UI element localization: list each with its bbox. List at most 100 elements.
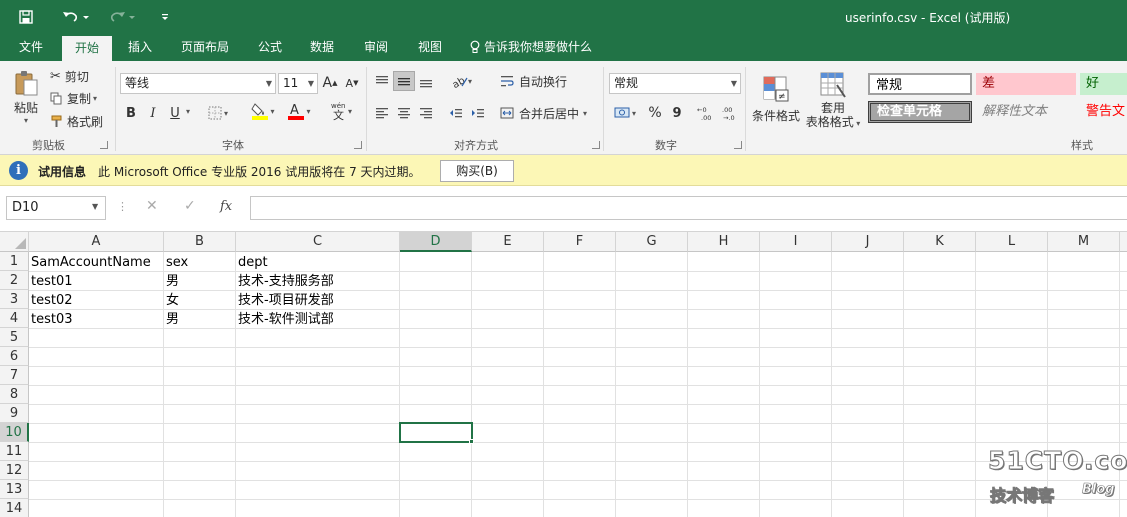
column-header-partial[interactable] (1120, 232, 1127, 252)
cell-a2[interactable]: test01 (29, 272, 73, 291)
row-header[interactable]: 2 (0, 271, 29, 290)
cell-b1[interactable]: sex (164, 253, 188, 272)
cell-a1[interactable]: SamAccountName (29, 253, 151, 272)
decrease-indent-button[interactable] (446, 103, 466, 123)
save-icon[interactable] (14, 6, 38, 28)
style-bad[interactable]: 差 (976, 73, 1076, 95)
copy-button[interactable]: 复制 ▾ (50, 88, 104, 108)
align-right-button[interactable] (416, 103, 436, 123)
tab-formulas[interactable]: 公式 (248, 33, 292, 61)
shrink-font-button[interactable]: A ▼ (343, 73, 361, 93)
percent-style-button[interactable]: % (646, 103, 664, 123)
cancel-icon[interactable]: ✕ (146, 198, 158, 214)
style-check-cell[interactable]: 检查单元格 (868, 101, 972, 123)
style-explanatory[interactable]: 解释性文本 (976, 101, 1076, 123)
accounting-format-button[interactable]: ▾ (610, 103, 640, 123)
comma-style-button[interactable]: 9 (668, 103, 686, 123)
number-launcher-icon[interactable] (734, 141, 742, 149)
format-painter-button[interactable]: 格式刷 (50, 111, 108, 131)
tab-home[interactable]: 开始 (62, 36, 112, 61)
style-good[interactable]: 好 (1080, 73, 1127, 95)
column-header-i[interactable]: I (760, 232, 832, 252)
row-header[interactable]: 5 (0, 328, 29, 347)
column-header-l[interactable]: L (976, 232, 1048, 252)
buy-button[interactable]: 购买(B) (440, 160, 514, 182)
insert-function-button[interactable]: fx (220, 199, 232, 214)
cell-b4[interactable]: 男 (164, 310, 179, 329)
wrap-text-button[interactable]: 自动换行 (500, 71, 572, 91)
tab-review[interactable]: 审阅 (354, 33, 398, 61)
align-center-button[interactable] (394, 103, 414, 123)
column-header-c[interactable]: C (236, 232, 400, 252)
worksheet-grid[interactable]: A B C D E F G H I J K L M 1 2 3 4 5 6 7 … (0, 232, 1127, 517)
font-name-combo[interactable]: 等线 ▼ (120, 73, 276, 94)
row-header[interactable]: 13 (0, 480, 29, 499)
row-header[interactable]: 8 (0, 385, 29, 404)
cut-button[interactable]: ✂ 剪切 (50, 66, 98, 86)
column-header-h[interactable]: H (688, 232, 760, 252)
tab-view[interactable]: 视图 (408, 33, 452, 61)
cell-b3[interactable]: 女 (164, 291, 179, 310)
row-header[interactable]: 6 (0, 347, 29, 366)
name-box[interactable]: D10 (6, 196, 106, 220)
column-header-m[interactable]: M (1048, 232, 1120, 252)
column-header-j[interactable]: J (832, 232, 904, 252)
cell-a4[interactable]: test03 (29, 310, 73, 329)
select-all-corner[interactable] (0, 232, 29, 252)
row-header[interactable]: 12 (0, 461, 29, 480)
column-header-d[interactable]: D (400, 232, 472, 252)
alignment-launcher-icon[interactable] (592, 141, 600, 149)
cell-c4[interactable]: 技术-软件测试部 (236, 310, 334, 329)
paste-button[interactable]: 粘贴 ▾ (8, 67, 44, 127)
align-left-button[interactable] (372, 103, 392, 123)
row-header[interactable]: 10 (0, 423, 29, 442)
row-header[interactable]: 9 (0, 404, 29, 423)
cell-c2[interactable]: 技术-支持服务部 (236, 272, 334, 291)
style-normal[interactable]: 常规 (868, 73, 972, 95)
column-header-a[interactable]: A (29, 232, 164, 252)
fill-handle[interactable] (469, 439, 474, 444)
cell-a3[interactable]: test02 (29, 291, 73, 310)
redo-icon[interactable] (104, 6, 140, 28)
phonetic-button[interactable]: wén 文 ▾ (328, 101, 354, 121)
column-header-f[interactable]: F (544, 232, 616, 252)
underline-button[interactable]: U (166, 103, 184, 123)
column-header-k[interactable]: K (904, 232, 976, 252)
column-header-g[interactable]: G (616, 232, 688, 252)
borders-button[interactable]: ▾ (204, 103, 232, 123)
style-warning[interactable]: 警告文 (1080, 101, 1127, 123)
increase-indent-button[interactable] (468, 103, 488, 123)
cell-c3[interactable]: 技术-项目研发部 (236, 291, 334, 310)
italic-button[interactable]: I (144, 103, 162, 123)
underline-dropdown-icon[interactable]: ▾ (186, 107, 190, 116)
column-header-e[interactable]: E (472, 232, 544, 252)
conditional-format-button[interactable]: ≠ 条件格式 (750, 67, 802, 131)
tell-me-box[interactable]: 告诉我你想要做什么 (466, 33, 602, 61)
tab-file[interactable]: 文件 (10, 33, 52, 61)
grow-font-button[interactable]: A ▲ (321, 73, 339, 93)
bold-button[interactable]: B (122, 103, 140, 123)
tab-data[interactable]: 数据 (300, 33, 344, 61)
row-header[interactable]: 11 (0, 442, 29, 461)
customize-qat-icon[interactable] (156, 6, 174, 28)
formula-input[interactable] (250, 196, 1127, 220)
cell-b2[interactable]: 男 (164, 272, 179, 291)
tab-page-layout[interactable]: 页面布局 (172, 33, 238, 61)
fill-color-button[interactable]: ▾ (248, 101, 278, 121)
align-bottom-button[interactable] (416, 71, 436, 91)
orientation-button[interactable]: ab ▾ (447, 71, 477, 91)
increase-decimal-button[interactable]: ←0.00 (696, 103, 716, 123)
column-header-b[interactable]: B (164, 232, 236, 252)
tab-insert[interactable]: 插入 (118, 33, 162, 61)
format-as-table-button[interactable]: 套用 表格格式 ▾ (804, 67, 862, 135)
clipboard-launcher-icon[interactable] (100, 141, 108, 149)
active-cell-d10[interactable] (399, 422, 473, 443)
align-middle-button[interactable] (393, 71, 415, 91)
row-header[interactable]: 3 (0, 290, 29, 309)
number-format-combo[interactable]: 常规 ▼ (609, 73, 741, 94)
row-header[interactable]: 7 (0, 366, 29, 385)
chevron-down-icon[interactable]: ▼ (92, 202, 98, 211)
row-header[interactable]: 4 (0, 309, 29, 328)
decrease-decimal-button[interactable]: .00 →.0 (720, 103, 740, 123)
font-launcher-icon[interactable] (354, 141, 362, 149)
